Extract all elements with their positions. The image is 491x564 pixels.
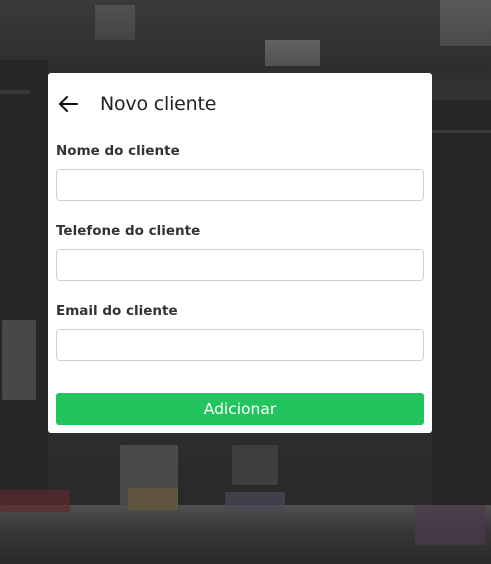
client-email-label: Email do cliente [56,303,178,319]
dialog-header: Novo cliente [48,87,432,121]
client-phone-input[interactable] [56,249,424,281]
client-email-input[interactable] [56,329,424,361]
client-name-field: Nome do cliente [56,141,424,201]
new-client-dialog: Novo cliente Nome do cliente Telefone do… [48,73,432,433]
client-phone-label: Telefone do cliente [56,223,201,239]
client-phone-field: Telefone do cliente [56,221,424,281]
client-name-label: Nome do cliente [56,143,180,159]
arrow-left-icon [59,96,78,112]
add-client-button[interactable]: Adicionar [56,393,424,425]
back-button[interactable] [56,92,80,116]
client-name-input[interactable] [56,169,424,201]
client-email-field: Email do cliente [56,301,424,361]
dialog-title: Novo cliente [100,93,217,115]
